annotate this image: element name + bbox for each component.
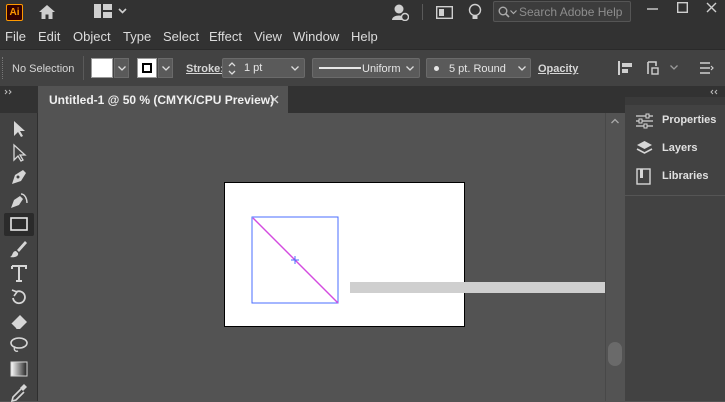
home-icon[interactable] [38, 4, 56, 20]
properties-icon [636, 113, 653, 129]
menu-type[interactable]: Type [123, 29, 151, 44]
control-bar: No Selection Stroke: 1 pt Uniform 5 pt. … [0, 49, 725, 86]
pen-tool-icon[interactable] [7, 167, 31, 187]
brush-definition[interactable]: 5 pt. Round [426, 58, 531, 78]
panel-layers[interactable]: Layers [625, 136, 725, 162]
type-tool-icon[interactable] [7, 263, 31, 283]
gradient-tool-icon[interactable] [7, 359, 31, 379]
document-tab-title: Untitled-1 @ 50 % (CMYK/CPU Preview) [49, 93, 275, 107]
search-box[interactable]: Search Adobe Help [493, 1, 631, 22]
search-icon [498, 6, 510, 18]
search-dropdown-icon [510, 10, 517, 15]
stroke-weight-field[interactable]: 1 pt [222, 58, 305, 78]
collapse-panels-icon[interactable] [709, 89, 719, 95]
stroke-color-dropdown[interactable] [158, 58, 173, 78]
app-logo[interactable]: Ai [6, 4, 23, 21]
direct-selection-tool-icon[interactable] [7, 143, 31, 163]
vertical-scrollbar-thumb[interactable] [608, 342, 622, 366]
menu-effect[interactable]: Effect [209, 29, 242, 44]
chevron-down-icon[interactable] [118, 8, 127, 14]
arrange-documents-icon[interactable] [436, 6, 453, 19]
close-icon[interactable] [706, 2, 717, 13]
title-divider [422, 4, 423, 20]
user-account-icon[interactable] [391, 3, 409, 21]
brush-dot [434, 66, 439, 71]
chevron-down-icon[interactable] [291, 66, 299, 71]
maximize-icon[interactable] [677, 2, 688, 13]
selected-artwork[interactable] [251, 216, 340, 304]
variable-width-profile[interactable]: Uniform [312, 58, 420, 78]
transform-icon[interactable] [646, 60, 662, 76]
profile-value: Uniform [362, 63, 401, 75]
discover-lightbulb-icon[interactable] [468, 3, 482, 21]
panel-libraries-label: Libraries [662, 170, 709, 182]
menu-edit[interactable]: Edit [38, 29, 60, 44]
stroke-label[interactable]: Stroke: [186, 63, 224, 75]
align-icon[interactable] [618, 60, 634, 76]
rectangle-tool-active[interactable] [4, 213, 34, 236]
lasso-tool-icon[interactable] [7, 335, 31, 355]
eraser-tool-icon[interactable] [7, 311, 31, 331]
chevron-down-icon[interactable] [670, 65, 678, 70]
separator [83, 56, 84, 80]
dock-grip[interactable] [625, 97, 725, 105]
menu-file[interactable]: File [5, 29, 26, 44]
horizontal-scrollbar-thumb[interactable] [350, 282, 605, 293]
panel-menu-icon[interactable] [700, 61, 714, 75]
menu-help[interactable]: Help [351, 29, 378, 44]
workspace-layout-icon[interactable] [94, 4, 112, 18]
expand-toolbar-icon[interactable] [4, 89, 14, 95]
panel-properties-label: Properties [662, 114, 717, 126]
brush-value: 5 pt. Round [449, 63, 506, 75]
chevron-down-icon [118, 66, 126, 71]
stepper-arrows-icon[interactable] [228, 61, 236, 76]
search-input[interactable]: Search Adobe Help [519, 5, 622, 19]
chevron-down-icon [406, 66, 414, 71]
tools-panel [0, 113, 38, 402]
menu-object[interactable]: Object [73, 29, 111, 44]
canvas-area[interactable] [38, 113, 605, 401]
curvature-tool-icon[interactable] [7, 191, 31, 211]
minimize-icon[interactable] [647, 7, 658, 11]
selection-status: No Selection [12, 63, 75, 75]
fill-dropdown[interactable] [114, 58, 129, 78]
stroke-weight-value[interactable]: 1 pt [244, 62, 262, 74]
stroke-swatch-inner [142, 63, 152, 73]
panel-divider [625, 195, 725, 196]
menu-select[interactable]: Select [163, 29, 199, 44]
paintbrush-tool-icon[interactable] [7, 239, 31, 259]
close-tab-icon[interactable] [270, 95, 279, 104]
rotate-tool-icon[interactable] [7, 287, 31, 307]
panel-libraries[interactable]: Libraries [625, 164, 725, 190]
panel-properties[interactable]: Properties [625, 108, 725, 134]
right-panel-dock: Properties Layers Libraries [625, 97, 725, 401]
fill-swatch[interactable] [91, 58, 113, 78]
chevron-down-icon [518, 66, 526, 71]
menu-bar: File Edit Object Type Select Effect View… [0, 25, 725, 49]
control-grip[interactable] [2, 57, 4, 79]
libraries-icon [636, 168, 651, 185]
profile-line [319, 67, 361, 69]
title-bar: Ai Search Adobe Help [0, 0, 725, 25]
selection-tool-icon[interactable] [7, 119, 31, 139]
menu-view[interactable]: View [254, 29, 282, 44]
stroke-swatch[interactable] [137, 58, 157, 78]
menu-window[interactable]: Window [293, 29, 339, 44]
eyedropper-tool-icon[interactable] [7, 382, 31, 402]
document-tab[interactable]: Untitled-1 @ 50 % (CMYK/CPU Preview) [38, 86, 288, 113]
panel-layers-label: Layers [662, 142, 698, 154]
vertical-scrollbar[interactable] [605, 113, 623, 401]
chevron-down-icon [162, 66, 170, 71]
rectangle-tool-icon [10, 217, 28, 231]
layers-icon [636, 141, 653, 154]
scroll-up-icon[interactable] [611, 118, 619, 124]
opacity-link[interactable]: Opacity [538, 63, 578, 75]
